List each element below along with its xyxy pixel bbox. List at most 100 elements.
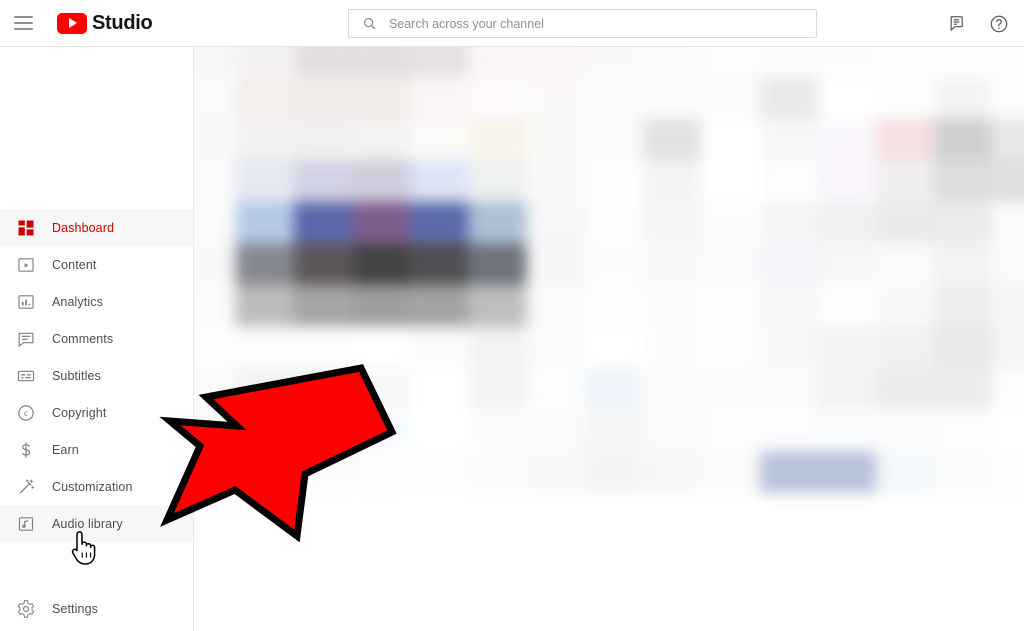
mosaic-cell xyxy=(934,451,993,493)
sidebar-item-dashboard[interactable]: Dashboard xyxy=(0,209,193,246)
mosaic-cell xyxy=(293,47,353,77)
send-feedback-icon[interactable] xyxy=(944,11,970,37)
sidebar-item-comments[interactable]: Comments xyxy=(0,320,193,357)
mosaic-cell xyxy=(352,326,411,369)
mosaic-cell xyxy=(410,326,469,369)
mosaic-cell xyxy=(410,243,469,285)
sidebar-item-analytics[interactable]: Analytics xyxy=(0,283,193,320)
mosaic-cell xyxy=(701,326,760,369)
sidebar-item-subtitles[interactable]: Subtitles xyxy=(0,357,193,394)
mosaic-cell xyxy=(992,451,1024,493)
mosaic-cell xyxy=(934,326,993,369)
mosaic-cell xyxy=(194,160,236,202)
analytics-bar-icon xyxy=(14,290,38,314)
mosaic-cell xyxy=(643,201,702,244)
mosaic-cell xyxy=(701,368,760,410)
sidebar-item-earn[interactable]: Earn xyxy=(0,431,193,468)
mosaic-cell xyxy=(468,160,527,202)
mosaic-cell xyxy=(876,243,935,285)
mosaic-cell xyxy=(235,243,294,285)
mosaic-cell xyxy=(293,243,353,285)
mosaic-cell xyxy=(701,243,760,285)
search-icon xyxy=(362,16,377,31)
hamburger-menu-icon[interactable] xyxy=(14,11,38,35)
mosaic-cell xyxy=(293,160,353,202)
mosaic-cell xyxy=(759,118,819,161)
search-bar[interactable] xyxy=(348,9,817,38)
mosaic-cell xyxy=(194,451,236,493)
mosaic-cell xyxy=(468,201,527,244)
studio-brand-logo[interactable]: Studio xyxy=(57,12,153,35)
mosaic-cell xyxy=(194,326,236,369)
mosaic-cell xyxy=(468,326,527,369)
mosaic-cell xyxy=(643,284,702,327)
mosaic-cell xyxy=(410,201,469,244)
mosaic-cell xyxy=(194,47,236,77)
svg-text:c: c xyxy=(24,409,28,418)
sidebar-item-content[interactable]: Content xyxy=(0,246,193,283)
sidebar-item-label: Analytics xyxy=(52,294,103,309)
mosaic-cell xyxy=(876,409,935,452)
mosaic-cell xyxy=(468,243,527,285)
mosaic-cell xyxy=(818,451,877,493)
mosaic-cell xyxy=(585,76,644,119)
hamburger-line xyxy=(14,28,33,30)
mosaic-cell xyxy=(194,243,236,285)
mosaic-cell xyxy=(992,47,1024,77)
mosaic-cell xyxy=(876,160,935,202)
mosaic-cell xyxy=(818,160,877,202)
mosaic-cell xyxy=(235,284,294,327)
help-icon[interactable] xyxy=(986,11,1012,37)
mosaic-cell xyxy=(701,160,760,202)
mosaic-cell xyxy=(585,409,644,452)
mosaic-cell xyxy=(410,451,469,493)
mosaic-cell xyxy=(526,451,586,493)
mosaic-cell xyxy=(701,118,760,161)
search-input[interactable] xyxy=(389,16,816,31)
mosaic-cell xyxy=(643,160,702,202)
mosaic-cell xyxy=(194,368,236,410)
mosaic-cell xyxy=(643,76,702,119)
comments-bubble-icon xyxy=(14,327,38,351)
mosaic-cell xyxy=(410,47,469,77)
mosaic-cell xyxy=(701,451,760,493)
mosaic-cell xyxy=(293,451,353,493)
top-header-bar: Studio xyxy=(0,0,1024,47)
mosaic-cell xyxy=(992,368,1024,410)
sidebar-item-settings[interactable]: Settings xyxy=(0,590,193,627)
mosaic-cell xyxy=(235,451,294,493)
sidebar-item-label: Dashboard xyxy=(52,220,115,235)
mosaic-cell xyxy=(585,326,644,369)
mosaic-cell xyxy=(934,243,993,285)
sidebar-settings-section: Settings xyxy=(0,590,193,627)
mosaic-cell xyxy=(876,368,935,410)
mosaic-cell xyxy=(992,160,1024,202)
header-actions xyxy=(944,0,1012,47)
dashboard-grid-icon xyxy=(14,216,38,240)
sidebar-item-label: Copyright xyxy=(52,405,107,420)
sidebar-item-copyright[interactable]: c Copyright xyxy=(0,394,193,431)
sidebar-item-audio-library[interactable]: Audio library xyxy=(0,505,193,542)
mosaic-cell xyxy=(759,201,819,244)
mosaic-cell xyxy=(468,409,527,452)
customization-wand-icon xyxy=(14,475,38,499)
mosaic-cell xyxy=(643,118,702,161)
mosaic-cell xyxy=(468,451,527,493)
mosaic-cell xyxy=(526,201,586,244)
mosaic-cell xyxy=(701,47,760,77)
audio-library-note-icon xyxy=(14,512,38,536)
mosaic-cell xyxy=(526,326,586,369)
sidebar-item-customization[interactable]: Customization xyxy=(0,468,193,505)
youtube-logo-icon xyxy=(57,12,87,34)
mosaic-cell xyxy=(876,284,935,327)
mosaic-cell xyxy=(235,326,294,369)
mosaic-cell xyxy=(293,368,353,410)
mosaic-cell xyxy=(526,160,586,202)
mosaic-cell xyxy=(992,326,1024,369)
mosaic-cell xyxy=(934,201,993,244)
mosaic-cell xyxy=(352,160,411,202)
mosaic-cell xyxy=(585,201,644,244)
mosaic-cell xyxy=(468,368,527,410)
mosaic-cell xyxy=(759,326,819,369)
hamburger-line xyxy=(14,16,33,18)
